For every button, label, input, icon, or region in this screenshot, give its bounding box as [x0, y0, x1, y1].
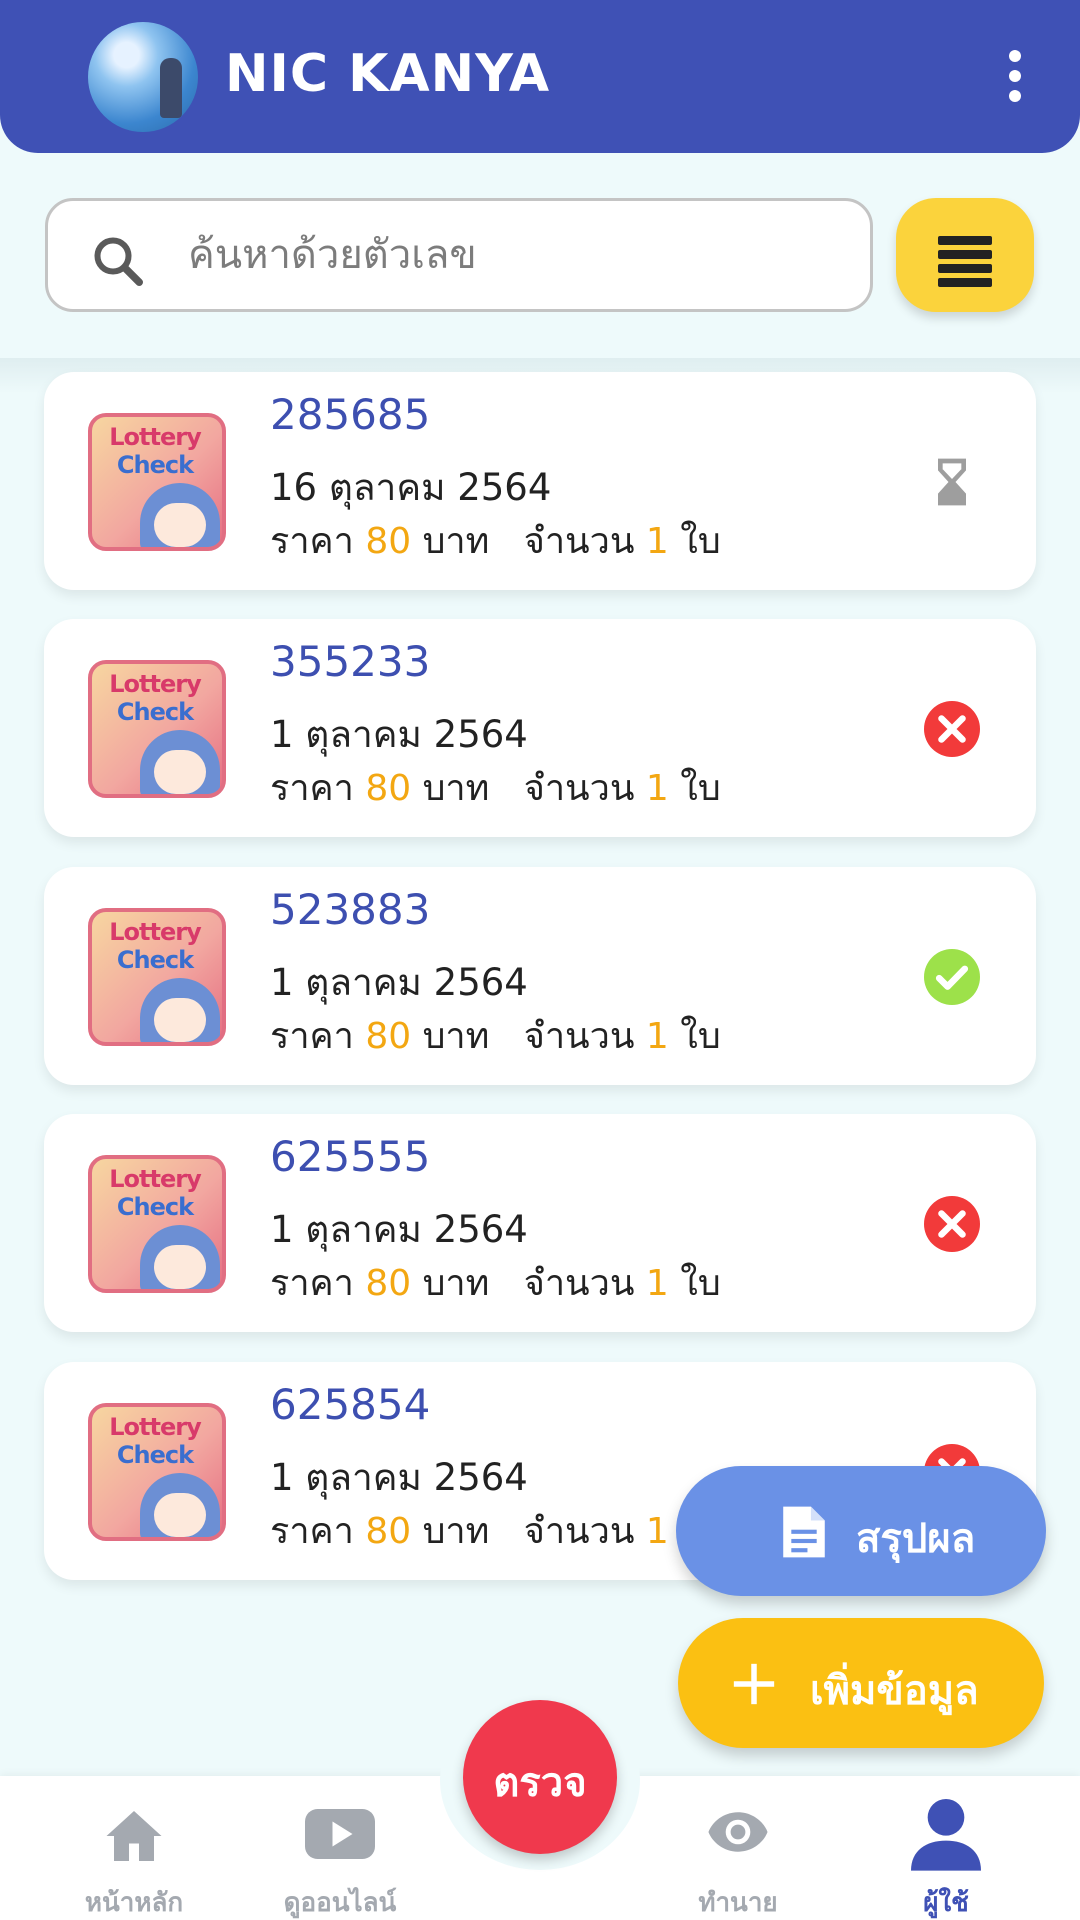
- nav-item-watch-online[interactable]: ดูออนไลน์: [250, 1786, 430, 1920]
- qty-label: จำนวน: [523, 1016, 635, 1057]
- menu-button[interactable]: [896, 198, 1034, 312]
- ticket-price-line: ราคา 80 บาท จำนวน 1 ใบ: [270, 1254, 721, 1311]
- ticket-date: 1 ตุลาคม 2564: [270, 961, 528, 1004]
- nav-item-predict[interactable]: ทำนาย: [648, 1786, 828, 1920]
- ticket-date: 1 ตุลาคม 2564: [270, 1456, 528, 1499]
- search-box: [45, 198, 873, 312]
- qty-value: 1: [645, 1511, 669, 1552]
- qty-value: 1: [645, 521, 669, 562]
- qty-label: จำนวน: [523, 1263, 635, 1304]
- document-icon: [783, 1506, 825, 1558]
- price-label: ราคา: [270, 521, 354, 562]
- nav-label: หน้าหลัก: [84, 1888, 184, 1918]
- lottery-check-thumbnail: Lottery Check: [88, 1155, 226, 1293]
- thumb-text: Check: [116, 1441, 194, 1469]
- summary-button[interactable]: สรุปผล: [676, 1466, 1046, 1596]
- price-label: ราคา: [270, 768, 354, 809]
- price-label: ราคา: [270, 1263, 354, 1304]
- check-button[interactable]: ตรวจ: [463, 1700, 617, 1854]
- qty-unit: ใบ: [680, 521, 721, 562]
- more-options-icon[interactable]: [1000, 50, 1030, 106]
- eye-icon: [708, 1812, 768, 1852]
- ticket-price-line: ราคา 80 บาท จำนวน 1 ใบ: [270, 512, 721, 569]
- lottery-check-thumbnail: Lottery Check: [88, 1403, 226, 1541]
- thumb-text: Lottery: [109, 1165, 201, 1193]
- ticket-price-line: ราคา 80 บาท จำนวน 1 ใบ: [270, 1502, 721, 1559]
- qty-unit: ใบ: [680, 1016, 721, 1057]
- nav-label: ผู้ใช้: [923, 1888, 969, 1918]
- lottery-check-thumbnail: Lottery Check: [88, 908, 226, 1046]
- ticket-price-line: ราคา 80 บาท จำนวน 1 ใบ: [270, 1007, 721, 1064]
- nav-label: ดูออนไลน์: [283, 1888, 397, 1918]
- qty-unit: ใบ: [680, 768, 721, 809]
- nav-item-home[interactable]: หน้าหลัก: [44, 1786, 224, 1920]
- ticket-number: 625854: [270, 1380, 431, 1429]
- thumb-text: Check: [116, 451, 194, 479]
- currency: บาท: [422, 521, 490, 562]
- add-data-label: เพิ่มข้อมูล: [810, 1668, 979, 1714]
- price-value: 80: [365, 521, 412, 562]
- check-button-label: ตรวจ: [493, 1760, 587, 1806]
- thumb-text: Lottery: [109, 1413, 201, 1441]
- thumb-text: Lottery: [109, 670, 201, 698]
- ticket-number: 285685: [270, 390, 431, 439]
- currency: บาท: [422, 1016, 490, 1057]
- thumb-text: Check: [116, 698, 194, 726]
- price-value: 80: [365, 1511, 412, 1552]
- qty-value: 1: [645, 1263, 669, 1304]
- ticket-price-line: ราคา 80 บาท จำนวน 1 ใบ: [270, 759, 721, 816]
- ticket-card[interactable]: Lottery Check 625555 1 ตุลาคม 2564 ราคา 80 บ…: [44, 1114, 1036, 1332]
- lose-x-icon: [924, 1196, 980, 1252]
- qty-value: 1: [645, 1016, 669, 1057]
- price-value: 80: [365, 1263, 412, 1304]
- qty-value: 1: [645, 768, 669, 809]
- price-value: 80: [365, 768, 412, 809]
- thumb-text: Check: [116, 1193, 194, 1221]
- page-title: NIC KANYA: [225, 44, 551, 104]
- thumb-text: Lottery: [109, 423, 201, 451]
- qty-unit: ใบ: [680, 1263, 721, 1304]
- price-value: 80: [365, 1016, 412, 1057]
- ticket-date: 1 ตุลาคม 2564: [270, 1208, 528, 1251]
- win-check-icon: [924, 949, 980, 1005]
- plus-icon: [733, 1663, 775, 1705]
- user-icon: [911, 1799, 981, 1871]
- price-label: ราคา: [270, 1511, 354, 1552]
- app-header: NIC KANYA: [0, 0, 1080, 153]
- price-label: ราคา: [270, 1016, 354, 1057]
- lottery-check-thumbnail: Lottery Check: [88, 660, 226, 798]
- nav-item-user[interactable]: ผู้ใช้: [856, 1786, 1036, 1920]
- avatar[interactable]: [88, 22, 198, 132]
- lottery-check-thumbnail: Lottery Check: [88, 413, 226, 551]
- qty-label: จำนวน: [523, 768, 635, 809]
- ticket-card[interactable]: Lottery Check 355233 1 ตุลาคม 2564 ราคา 80 บ…: [44, 619, 1036, 837]
- ticket-card[interactable]: Lottery Check 285685 16 ตุลาคม 2564 ราคา 80 …: [44, 372, 1036, 590]
- pending-hourglass-icon: [924, 454, 980, 510]
- currency: บาท: [422, 1263, 490, 1304]
- currency: บาท: [422, 1511, 490, 1552]
- nav-label: ทำนาย: [698, 1888, 778, 1918]
- qty-label: จำนวน: [523, 521, 635, 562]
- currency: บาท: [422, 768, 490, 809]
- youtube-play-icon: [305, 1809, 375, 1859]
- ticket-number: 523883: [270, 885, 431, 934]
- summary-label: สรุปผล: [856, 1516, 976, 1562]
- ticket-card[interactable]: Lottery Check 523883 1 ตุลาคม 2564 ราคา 80 บ…: [44, 867, 1036, 1085]
- ticket-date: 16 ตุลาคม 2564: [270, 466, 552, 509]
- home-icon: [106, 1811, 162, 1861]
- search-icon: [94, 237, 143, 286]
- qty-label: จำนวน: [523, 1511, 635, 1552]
- ticket-number: 625555: [270, 1132, 431, 1181]
- thumb-text: Check: [116, 946, 194, 974]
- ticket-number: 355233: [270, 637, 431, 686]
- thumb-text: Lottery: [109, 918, 201, 946]
- ticket-date: 1 ตุลาคม 2564: [270, 713, 528, 756]
- lose-x-icon: [924, 701, 980, 757]
- search-input[interactable]: [188, 215, 838, 295]
- add-data-button[interactable]: เพิ่มข้อมูล: [678, 1618, 1044, 1748]
